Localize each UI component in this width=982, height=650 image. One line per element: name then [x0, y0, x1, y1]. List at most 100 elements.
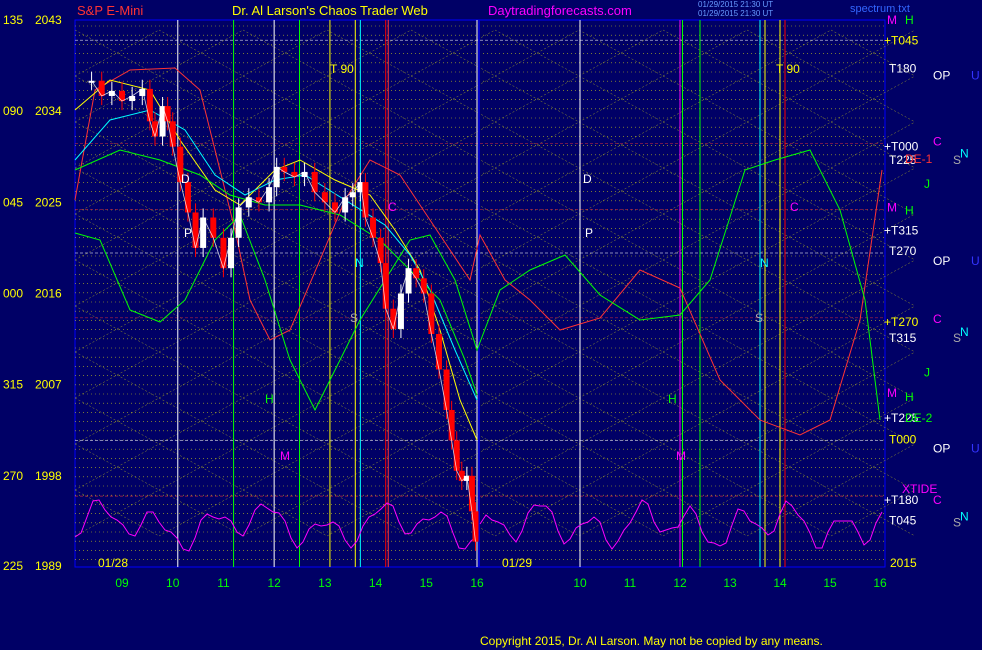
in-chart-label: H: [265, 392, 274, 406]
in-chart-label: D: [181, 172, 190, 186]
price-bar: [235, 207, 242, 238]
y-tick-price: 2043: [35, 13, 62, 27]
price-bar: [428, 293, 435, 335]
price-bar: [382, 263, 389, 309]
price-bar: [448, 409, 455, 441]
right-label: H: [905, 13, 914, 27]
price-bar: [220, 237, 227, 269]
timestamp-line-1: 01/29/2015 21:30 UT: [698, 0, 774, 9]
chart-title: Dr. Al Larson's Chaos Trader Web: [232, 3, 428, 18]
right-label: OP: [933, 254, 950, 268]
price-bar: [169, 121, 176, 147]
price-bar: [468, 475, 475, 512]
price-bar: [342, 197, 349, 213]
y-tick-price: 1998: [35, 469, 62, 483]
right-label: J: [924, 177, 930, 191]
right-label: +T180: [884, 493, 919, 507]
year-label: 2015: [890, 556, 917, 570]
right-label: OP: [933, 69, 950, 83]
right-label: T180: [889, 62, 917, 76]
right-label: DE-1: [905, 152, 933, 166]
copyright-notice: Copyright 2015, Dr. Al Larson. May not b…: [480, 634, 823, 648]
price-bar: [146, 88, 153, 122]
right-label: N: [960, 147, 969, 161]
x-tick-label: 16: [873, 576, 887, 590]
right-label: N: [960, 509, 969, 523]
in-chart-label: S: [350, 311, 358, 325]
price-bar: [273, 166, 280, 188]
x-tick-label: 10: [573, 576, 587, 590]
x-tick-label: 15: [420, 576, 434, 590]
price-bar: [362, 182, 369, 218]
right-label: J: [924, 366, 930, 380]
price-bar: [184, 182, 191, 213]
price-bar: [311, 171, 318, 193]
right-label: T315: [889, 331, 917, 345]
x-tick-label: 09: [115, 576, 129, 590]
in-chart-label: D: [583, 172, 592, 186]
right-label: N: [960, 325, 969, 339]
x-tick-label: 12: [267, 576, 281, 590]
in-chart-label: H: [668, 392, 677, 406]
right-label: U: [971, 254, 980, 268]
price-bar: [397, 293, 404, 329]
right-label: OP: [933, 441, 950, 455]
x-tick-label: 14: [369, 576, 383, 590]
price-bar: [349, 192, 356, 198]
right-label: C: [933, 312, 942, 326]
y-tick-angle: 090: [3, 104, 23, 118]
y-tick-price: 2007: [35, 378, 62, 392]
corner-label: spectrum.txt: [850, 3, 910, 15]
right-label: M: [887, 13, 897, 27]
in-chart-label: S: [755, 311, 763, 325]
x-tick-label: 15: [823, 576, 837, 590]
price-bar: [420, 278, 427, 294]
instrument-title: S&P E-Mini: [77, 3, 144, 18]
site-link[interactable]: Daytradingforecasts.com: [488, 3, 632, 18]
price-bar: [192, 212, 199, 248]
price-bar: [435, 334, 442, 370]
in-chart-label: C: [388, 200, 397, 214]
right-label: M: [887, 386, 897, 400]
y-tick-angle: 135: [3, 13, 23, 27]
price-bar: [228, 237, 235, 269]
right-label: T270: [889, 244, 917, 258]
y-tick-angle: 000: [3, 287, 23, 301]
x-tick-label: 10: [166, 576, 180, 590]
price-bar: [164, 106, 171, 122]
price-bar: [443, 369, 450, 410]
timestamp-line-2: 01/29/2015 21:30 UT: [698, 9, 774, 18]
right-label: M: [887, 200, 897, 214]
date-label-day1: 01/28: [98, 556, 128, 570]
price-bar: [98, 80, 105, 96]
right-label: +T315: [884, 224, 919, 238]
price-bar: [210, 217, 217, 238]
in-chart-label: T 90: [776, 62, 800, 76]
right-label: +T045: [884, 33, 919, 47]
in-chart-label: P: [184, 226, 192, 240]
price-bar: [377, 237, 384, 264]
price-bar: [370, 217, 377, 238]
y-tick-price: 2034: [35, 104, 62, 118]
right-label: H: [905, 390, 914, 404]
y-tick-price: 2016: [35, 287, 62, 301]
chaos-trader-chart: 135 2043 090 2034 045 2025 000 2016 315 2007 270 19…: [0, 0, 982, 650]
right-label: T000: [889, 432, 917, 446]
y-tick-angle: 225: [3, 559, 23, 573]
in-chart-label: T 90: [330, 62, 354, 76]
x-tick-label: 11: [217, 576, 230, 590]
price-bar: [413, 268, 420, 279]
date-label-day2: 01/29: [502, 556, 532, 570]
in-chart-label: N: [355, 256, 364, 270]
x-tick-label: 12: [673, 576, 687, 590]
price-bar: [266, 187, 273, 203]
y-tick-angle: 270: [3, 469, 23, 483]
price-bar: [405, 268, 412, 294]
price-bar: [281, 166, 288, 172]
x-tick-label: 13: [723, 576, 737, 590]
price-bar: [453, 440, 460, 471]
y-tick-angle: 315: [3, 378, 23, 392]
right-label: +T270: [884, 315, 919, 329]
x-tick-label: 14: [773, 576, 787, 590]
y-tick-price: 1989: [35, 559, 62, 573]
